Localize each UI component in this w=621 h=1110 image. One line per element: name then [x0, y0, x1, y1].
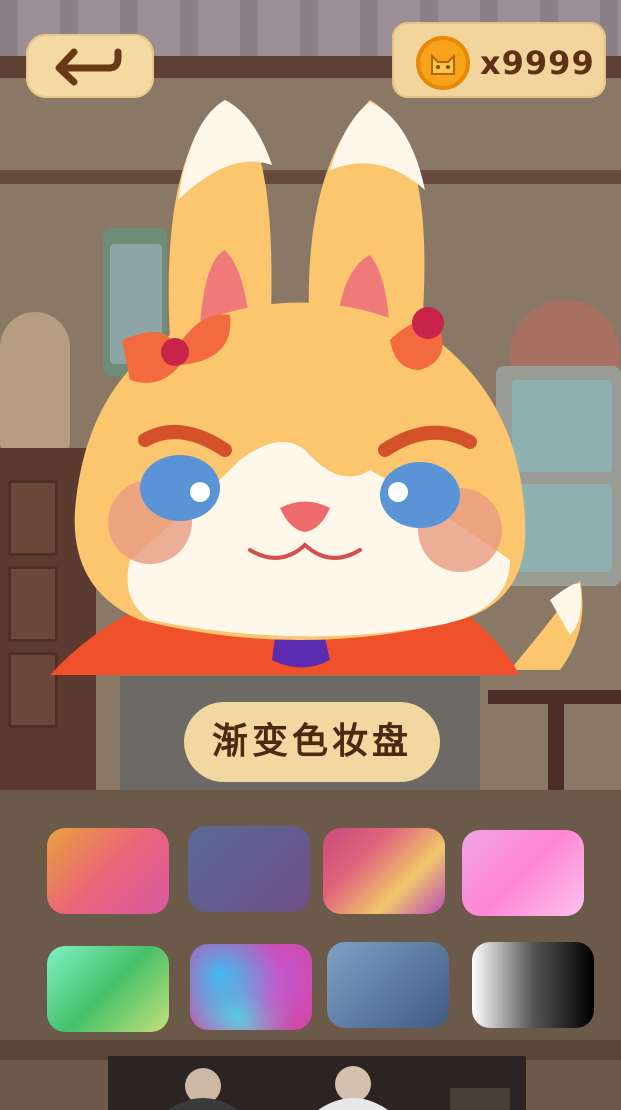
coin-count: x9999 — [480, 44, 595, 82]
ad-banner[interactable] — [108, 1056, 526, 1110]
gradient-swatch-steel-blue[interactable] — [327, 942, 449, 1028]
gradient-swatch-light-pink[interactable] — [462, 830, 584, 916]
gradient-swatch-orange-pink[interactable] — [47, 828, 169, 914]
gradient-swatch-pink-gold-purple[interactable] — [323, 828, 445, 914]
palette-title: 渐变色妆盘 — [211, 721, 412, 762]
back-arrow-icon — [55, 48, 122, 86]
gradient-swatch-slate-purple[interactable] — [188, 826, 310, 912]
cat-coin-icon — [416, 36, 470, 90]
gradient-swatch-holographic[interactable] — [190, 944, 312, 1030]
game-screen: x9999 渐变色妆盘 — [0, 0, 621, 1110]
gradient-swatch-mint-green[interactable] — [47, 946, 169, 1032]
back-button[interactable] — [26, 34, 154, 98]
side-table — [488, 690, 621, 704]
rabbit-character[interactable] — [40, 90, 600, 690]
gradient-swatch-white-black[interactable] — [472, 942, 594, 1028]
